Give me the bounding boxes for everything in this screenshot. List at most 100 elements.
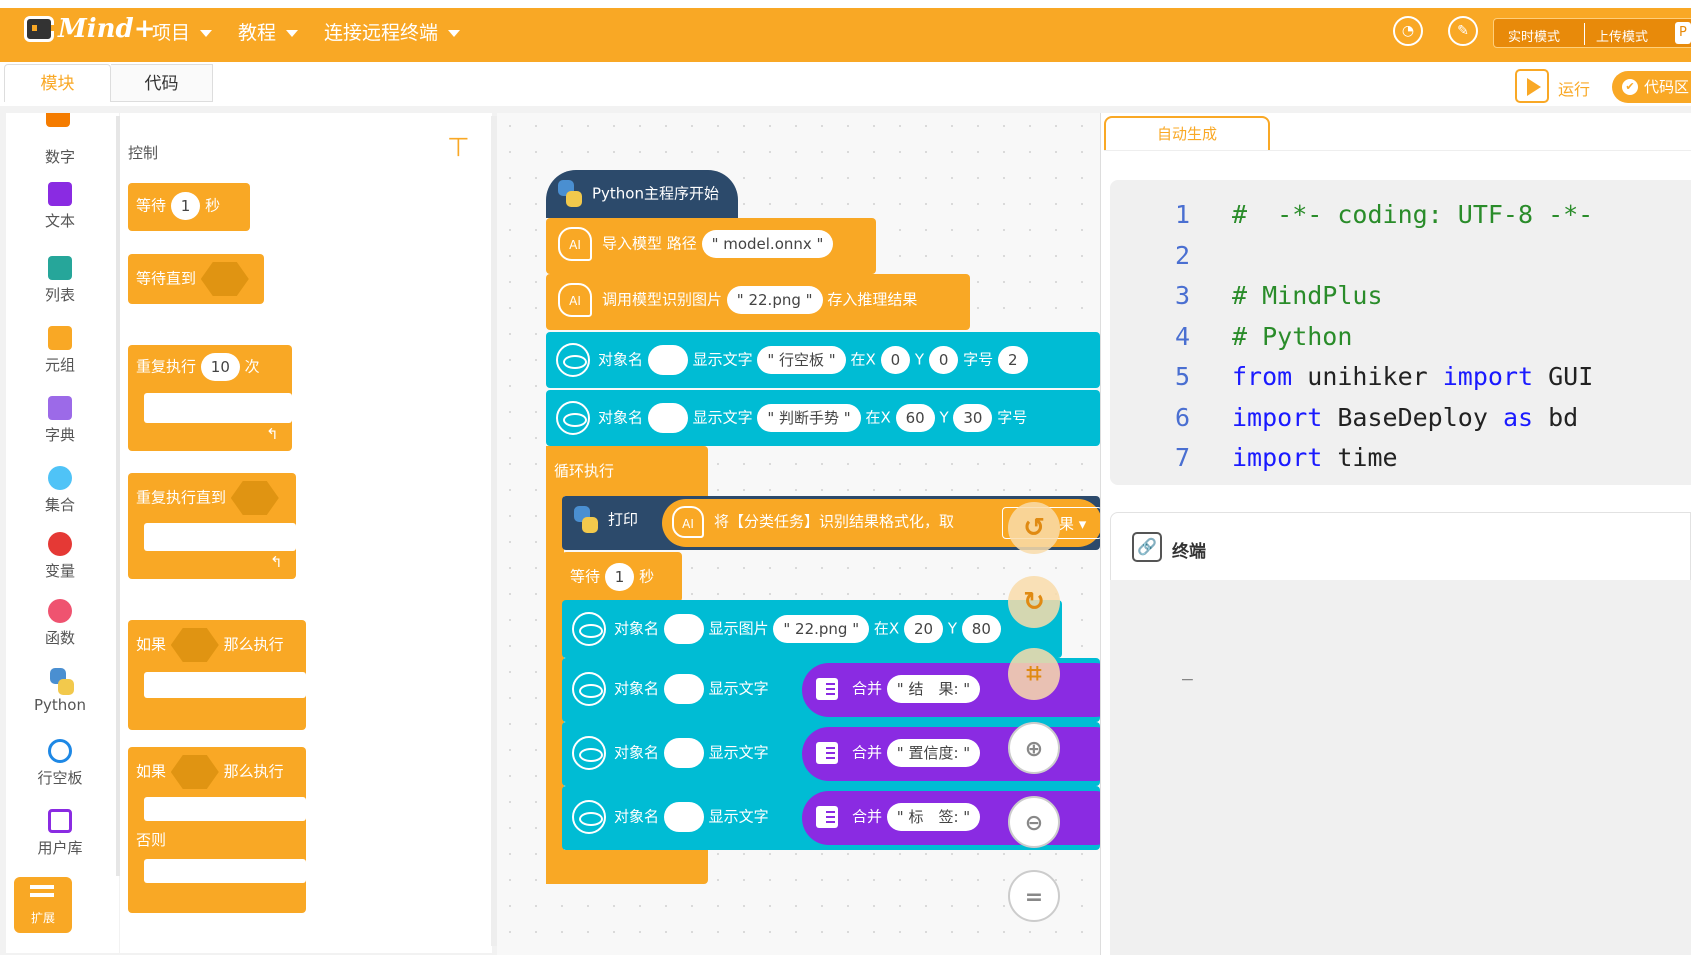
- extension-button[interactable]: 扩展: [14, 877, 72, 933]
- palette-repeat-block[interactable]: 重复执行 10 次 ↰: [128, 345, 292, 451]
- block-label: 合并: [852, 679, 883, 698]
- object-name-input[interactable]: [663, 614, 704, 644]
- redo-icon[interactable]: ↻: [1008, 576, 1060, 628]
- menu-project[interactable]: 项目: [152, 18, 213, 45]
- show-image-block[interactable]: 对象名 显示图片 " 22.png " 在X 20 Y 80: [562, 600, 1062, 658]
- block-label: 合并: [852, 807, 883, 826]
- block-label: 次: [244, 357, 260, 376]
- x-input[interactable]: 20: [903, 615, 944, 643]
- show-text-block-1[interactable]: 对象名 显示文字 " 行空板 " 在X 0 Y 0 字号 2: [546, 332, 1100, 388]
- text-icon: [816, 806, 838, 828]
- value-pill[interactable]: " 标 签: ": [886, 803, 981, 831]
- category-label: 变量: [44, 562, 75, 580]
- value-pill[interactable]: 1: [170, 192, 201, 220]
- menu-tutorial[interactable]: 教程: [238, 18, 299, 45]
- code-line: import time: [1232, 443, 1398, 472]
- object-name-input[interactable]: [663, 674, 704, 704]
- block-label: 对象名: [614, 807, 660, 826]
- menu-remote-terminal[interactable]: 连接远程终端: [324, 18, 461, 45]
- category-number[interactable]: 数字: [10, 146, 110, 167]
- category-function[interactable]: 函数: [10, 599, 110, 648]
- value-pill[interactable]: " model.onnx ": [701, 230, 834, 258]
- category-set[interactable]: 集合: [10, 466, 110, 515]
- category-user-library[interactable]: 用户库: [10, 809, 110, 858]
- menu-project-label: 项目: [152, 22, 191, 44]
- category-python[interactable]: Python: [10, 668, 110, 714]
- upload-mode-button[interactable]: 上传模式: [1596, 26, 1648, 45]
- edit-icon[interactable]: ✎: [1448, 16, 1478, 46]
- object-name-input[interactable]: [663, 802, 704, 832]
- palette-wait-until-block[interactable]: 等待直到: [128, 254, 264, 304]
- code-token: BaseDeploy: [1322, 402, 1503, 432]
- dropdown-value: 果: [1059, 515, 1075, 533]
- undo-icon[interactable]: ↺: [1008, 502, 1060, 554]
- condition-slot[interactable]: [170, 755, 219, 789]
- value-pill[interactable]: 1: [604, 563, 635, 591]
- value-pill[interactable]: " 22.png ": [773, 615, 870, 643]
- value-pill[interactable]: " 结 果: ": [886, 675, 981, 703]
- tab-code[interactable]: 代码: [111, 64, 213, 102]
- condition-slot[interactable]: [170, 628, 219, 662]
- realtime-mode-button[interactable]: 实时模式: [1508, 26, 1560, 45]
- import-model-block[interactable]: AI 导入模型 路径 " model.onnx ": [546, 218, 876, 274]
- zoom-out-icon[interactable]: ⊖: [1008, 796, 1060, 848]
- category-variable[interactable]: 变量: [10, 532, 110, 581]
- condition-slot[interactable]: [200, 262, 249, 296]
- value-pill[interactable]: " 判断手势 ": [757, 404, 861, 432]
- loop-block[interactable]: 循环执行: [546, 446, 708, 496]
- mindplus-logo[interactable]: Mind+: [22, 12, 156, 48]
- unihiker-icon: [572, 736, 606, 770]
- condition-slot[interactable]: [230, 481, 279, 515]
- block-label: 对象名: [614, 743, 660, 762]
- palette-if-block[interactable]: 如果 那么执行: [128, 620, 306, 730]
- python-mode-button[interactable]: P: [1675, 22, 1691, 44]
- value-pill[interactable]: " 22.png ": [726, 286, 823, 314]
- object-name-input[interactable]: [647, 403, 688, 433]
- terminal-output[interactable]: [1110, 580, 1691, 955]
- infer-image-block[interactable]: AI 调用模型识别图片 " 22.png " 存入推理结果: [546, 274, 970, 330]
- wait-block[interactable]: 等待 1 秒: [562, 552, 682, 602]
- gauge-icon[interactable]: ◔: [1393, 16, 1423, 46]
- x-input[interactable]: 60: [895, 404, 935, 432]
- number-icon: [46, 113, 70, 127]
- code-area-button[interactable]: 代码区: [1612, 71, 1691, 103]
- y-input[interactable]: 0: [928, 346, 959, 374]
- font-size-input[interactable]: 2: [997, 346, 1028, 374]
- value-pill[interactable]: " 置信度: ": [886, 739, 981, 767]
- tab-blocks[interactable]: 模块: [4, 64, 111, 102]
- pin-icon[interactable]: ⊤: [447, 133, 470, 163]
- x-input[interactable]: 0: [880, 346, 911, 374]
- run-label[interactable]: 运行: [1558, 76, 1590, 100]
- logo-text: Mind+: [58, 14, 156, 44]
- crop-icon[interactable]: ⌗: [1008, 648, 1060, 700]
- block-label: 秒: [205, 196, 221, 215]
- run-button[interactable]: [1515, 69, 1549, 103]
- block-slot: [144, 859, 306, 883]
- category-dict[interactable]: 字典: [10, 396, 110, 445]
- category-list[interactable]: 列表: [10, 256, 110, 305]
- block-label: 如果: [136, 635, 167, 654]
- object-name-input[interactable]: [647, 345, 688, 375]
- palette-if-else-block[interactable]: 如果 那么执行 否则: [128, 747, 306, 913]
- text-icon: [816, 678, 838, 700]
- variable-icon: [48, 532, 72, 556]
- category-tuple[interactable]: 元组: [10, 326, 110, 375]
- category-unihiker[interactable]: 行空板: [10, 739, 110, 788]
- block-label: 秒: [639, 567, 655, 586]
- block-label: 字号: [963, 350, 994, 369]
- category-text[interactable]: 文本: [10, 182, 110, 231]
- chevron-down-icon: [200, 30, 213, 37]
- object-name-input[interactable]: [663, 738, 704, 768]
- y-input[interactable]: 30: [953, 404, 993, 432]
- palette-repeat-until-block[interactable]: 重复执行直到 ↰: [128, 473, 296, 579]
- reset-zoom-icon[interactable]: =: [1008, 870, 1060, 922]
- show-text-block-2[interactable]: 对象名 显示文字 " 判断手势 " 在X 60 Y 30 字号: [546, 390, 1100, 446]
- y-input[interactable]: 80: [961, 615, 1001, 643]
- value-pill[interactable]: 10: [200, 353, 240, 381]
- zoom-in-icon[interactable]: ⊕: [1008, 722, 1060, 774]
- tab-auto-generated[interactable]: 自动生成: [1104, 116, 1270, 150]
- python-main-start-block[interactable]: Python主程序开始: [546, 170, 738, 218]
- palette-wait-block[interactable]: 等待 1 秒: [128, 183, 250, 231]
- value-pill[interactable]: " 行空板 ": [757, 346, 846, 374]
- block-label: 存入推理结果: [827, 290, 918, 309]
